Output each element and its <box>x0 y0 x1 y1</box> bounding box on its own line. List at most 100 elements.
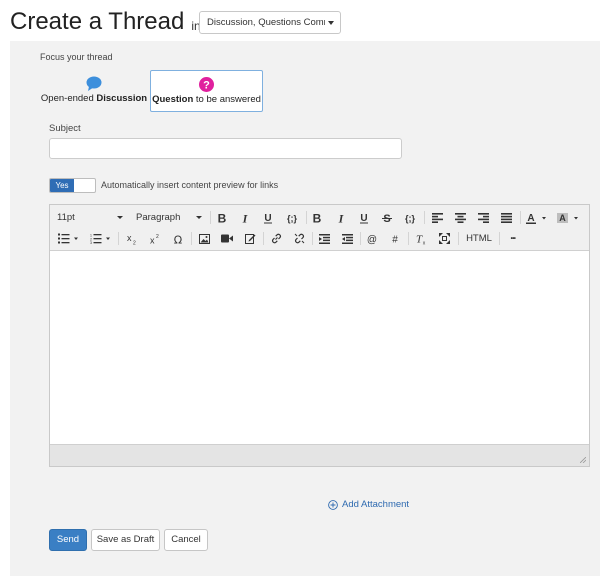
mention-button[interactable]: @ <box>364 230 380 247</box>
content-preview-toggle[interactable]: Yes <box>49 178 96 193</box>
block-format-value: Paragraph <box>136 212 181 223</box>
code-button[interactable]: {;} <box>283 209 301 226</box>
subject-input[interactable] <box>49 138 402 159</box>
save-draft-button[interactable]: Save as Draft <box>91 529 160 551</box>
align-right-icon <box>477 212 489 223</box>
chevron-down-icon <box>196 216 202 219</box>
code-icon: {;} <box>287 213 297 223</box>
svg-text:@: @ <box>367 234 377 245</box>
insert-image-button[interactable] <box>196 230 212 247</box>
place-selector-dropdown[interactable]: Discussion, Questions Comm <box>199 11 341 34</box>
align-center-icon <box>454 212 466 223</box>
insert-link-button[interactable] <box>268 230 284 247</box>
block-format-select[interactable]: Paragraph <box>136 209 202 226</box>
more-icon: ••• <box>510 235 516 242</box>
svg-text:B: B <box>313 212 322 224</box>
send-button[interactable]: Send <box>49 529 87 551</box>
svg-text:x: x <box>127 233 132 243</box>
superscript-button[interactable]: x2 <box>147 230 163 247</box>
add-attachment-link[interactable]: Add Attachment <box>328 498 409 511</box>
text-color-icon: A <box>526 213 546 224</box>
discussion-option-label: Open-ended Discussion <box>40 93 148 104</box>
bold-button-2[interactable]: B <box>309 209 325 226</box>
svg-text:{;}: {;} <box>405 213 415 223</box>
align-center-button[interactable] <box>452 209 468 226</box>
edit-embed-button[interactable] <box>242 230 258 247</box>
cancel-button[interactable]: Cancel <box>164 529 208 551</box>
svg-text:I: I <box>242 212 249 224</box>
insert-video-button[interactable] <box>219 230 235 247</box>
svg-text:A: A <box>527 213 534 224</box>
align-left-button[interactable] <box>429 209 445 226</box>
add-attachment-label: Add Attachment <box>342 499 410 510</box>
code-button-2[interactable]: {;} <box>401 209 419 226</box>
plus-circle-icon <box>328 499 338 510</box>
numbered-list-icon: 123 <box>90 234 110 244</box>
bold-icon: B <box>218 212 227 224</box>
image-icon <box>198 233 210 244</box>
bold-button[interactable]: B <box>214 209 230 226</box>
svg-text:A: A <box>559 213 566 223</box>
link-icon <box>271 233 281 244</box>
background-color-icon: A <box>557 212 578 223</box>
strikethrough-icon: S <box>382 213 392 224</box>
resize-grip-icon[interactable] <box>580 457 586 463</box>
svg-text:I: I <box>338 212 345 224</box>
bullet-list-button[interactable] <box>57 230 81 247</box>
caret-down-icon <box>328 21 334 25</box>
font-size-value: 11pt <box>57 212 75 223</box>
svg-text:U: U <box>264 213 271 224</box>
clear-formatting-button[interactable]: Tx <box>412 230 428 247</box>
bullet-list-icon <box>58 233 78 244</box>
svg-text:x: x <box>423 240 426 245</box>
numbered-list-button[interactable]: 123 <box>88 230 114 247</box>
svg-text:2: 2 <box>133 240 136 245</box>
indent-icon <box>318 233 330 244</box>
underline-icon: U <box>264 213 272 224</box>
subscript-button[interactable]: x2 <box>124 230 140 247</box>
hashtag-button[interactable]: # <box>387 230 403 247</box>
more-options-button[interactable]: ••• <box>504 230 522 247</box>
speech-bubble-icon <box>86 76 102 91</box>
html-source-button[interactable]: HTML <box>463 230 495 247</box>
unlink-button[interactable] <box>291 230 307 247</box>
outdent-icon <box>341 233 353 244</box>
question-option-label: Question to be answered <box>152 94 261 105</box>
thread-type-discussion[interactable]: Open-ended Discussion <box>40 70 148 112</box>
underline-button-2[interactable]: U <box>356 209 372 226</box>
editor-toolbar: 11pt Paragraph B I U {;} B I U S {;} A A… <box>50 205 589 251</box>
svg-text:#: # <box>392 234 398 245</box>
italic-button-2[interactable]: I <box>333 209 349 226</box>
page-title: Create a Thread <box>10 8 185 35</box>
fullscreen-button[interactable] <box>436 230 452 247</box>
svg-text:U: U <box>360 213 367 224</box>
background-color-button[interactable]: A <box>555 209 583 226</box>
editor-content-area[interactable] <box>50 251 589 444</box>
outdent-button[interactable] <box>339 230 355 247</box>
mention-icon: @ <box>367 234 377 245</box>
toggle-on-label: Yes <box>50 179 74 192</box>
text-color-button[interactable]: A <box>524 209 550 226</box>
svg-text:2: 2 <box>156 234 159 240</box>
svg-text:?: ? <box>203 79 210 91</box>
edit-embed-icon <box>244 234 255 244</box>
align-right-button[interactable] <box>475 209 491 226</box>
underline-button[interactable]: U <box>260 209 276 226</box>
italic-button[interactable]: I <box>237 209 253 226</box>
html-label: HTML <box>466 233 492 244</box>
hashtag-icon: # <box>392 234 398 245</box>
indent-button[interactable] <box>316 230 332 247</box>
clear-formatting-icon: Tx <box>416 233 426 245</box>
video-icon <box>221 234 233 243</box>
code-icon: {;} <box>405 213 415 223</box>
justify-button[interactable] <box>498 209 514 226</box>
subscript-icon: x2 <box>127 233 136 245</box>
thread-type-question[interactable]: ? Question to be answered <box>150 70 263 112</box>
italic-icon: I <box>338 212 345 224</box>
content-preview-label: Automatically insert content preview for… <box>101 180 279 190</box>
font-size-select[interactable]: 11pt <box>57 209 123 226</box>
question-mark-icon: ? <box>199 77 214 92</box>
special-character-icon: Ω <box>174 233 182 245</box>
strikethrough-button[interactable]: S <box>379 209 395 226</box>
special-character-button[interactable]: Ω <box>170 230 186 247</box>
